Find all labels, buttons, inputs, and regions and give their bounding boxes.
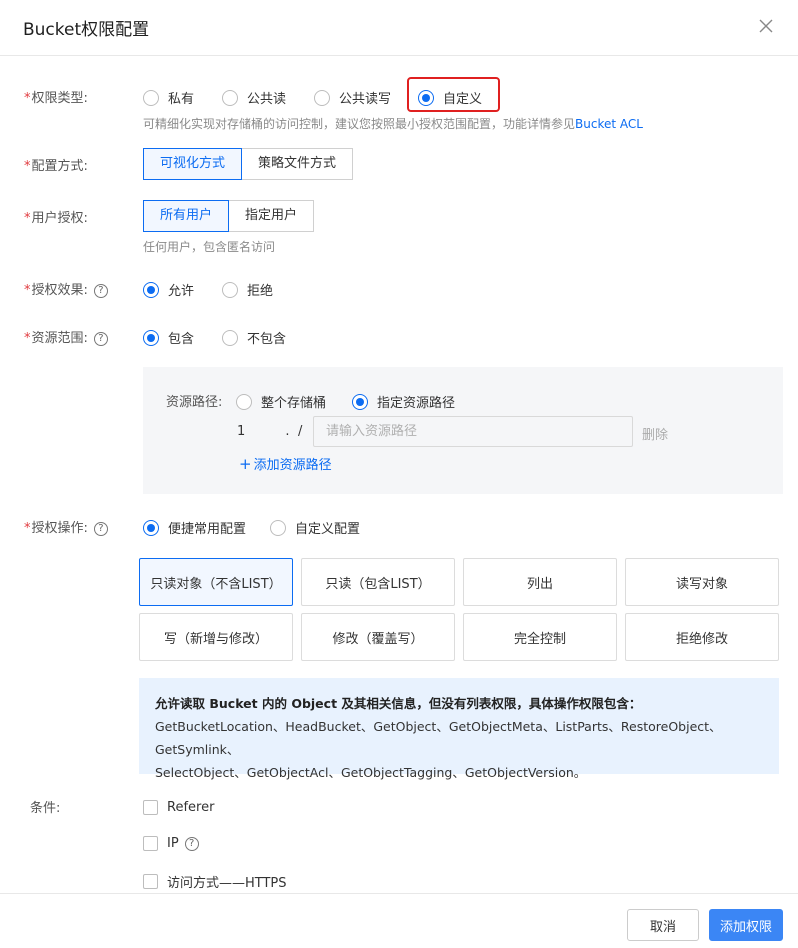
radio-circle <box>143 89 159 106</box>
preset-deny-modify[interactable]: 拒绝修改 <box>625 613 779 661</box>
config-mode-policy-file[interactable]: 策略文件方式 <box>242 148 354 180</box>
preset-modify-overwrite[interactable]: 修改（覆盖写） <box>301 613 455 661</box>
bucket-name: 1 ․ <box>237 424 290 439</box>
user-auth-segment: 所有用户 指定用户 <box>143 200 315 232</box>
radio-deny[interactable]: 拒绝 <box>222 280 273 299</box>
radio-include[interactable]: 包含 <box>143 328 194 347</box>
radio-public-read[interactable]: 公共读 <box>222 88 286 107</box>
bucket-acl-link[interactable]: Bucket ACL <box>575 117 643 131</box>
checkbox-box <box>143 874 158 889</box>
radio-circle-selected <box>143 519 159 536</box>
delete-path-button[interactable]: 删除 <box>642 424 668 443</box>
checkbox-referer[interactable]: Referer <box>143 800 214 815</box>
radio-circle <box>222 329 238 346</box>
user-auth-label: *用户授权: <box>24 211 88 226</box>
checkbox-box <box>143 800 158 815</box>
add-resource-path-button[interactable]: + 添加资源路径 <box>239 454 332 473</box>
user-auth-specific-users[interactable]: 指定用户 <box>229 200 315 232</box>
radio-quick-config[interactable]: 便捷常用配置 <box>143 518 246 537</box>
radio-public-read-write[interactable]: 公共读写 <box>314 88 391 107</box>
help-icon[interactable]: ? <box>93 522 108 536</box>
user-auth-hint: 任何用户，包含匿名访问 <box>143 240 276 254</box>
checkbox-ip[interactable]: IP? <box>143 836 199 851</box>
dialog-header: Bucket权限配置 <box>0 0 798 56</box>
highlight-box <box>407 77 500 112</box>
radio-exclude[interactable]: 不包含 <box>222 328 286 347</box>
permission-type-label: *权限类型: <box>24 91 88 106</box>
radio-circle-selected <box>143 329 159 346</box>
close-icon[interactable] <box>756 16 776 36</box>
info-line: GetBucketLocation、HeadBucket、GetObject、G… <box>155 719 722 757</box>
checkbox-https[interactable]: 访问方式——HTTPS <box>143 872 287 891</box>
checkbox-box <box>143 836 158 851</box>
radio-circle-selected <box>143 281 159 298</box>
radio-private[interactable]: 私有 <box>143 88 194 107</box>
preset-read-write-object[interactable]: 读写对象 <box>625 558 779 606</box>
radio-circle <box>314 89 330 106</box>
plus-icon: + <box>239 455 252 473</box>
radio-circle-selected <box>352 393 368 410</box>
info-title: 允许读取 Bucket 内的 Object 及其相关信息，但没有列表权限，具体操… <box>155 696 642 711</box>
preset-read-object-no-list[interactable]: 只读对象（不含LIST） <box>139 558 293 606</box>
config-mode-segment: 可视化方式 策略文件方式 <box>143 148 354 180</box>
resource-path-label: 资源路径: <box>166 395 223 410</box>
radio-circle <box>236 393 252 410</box>
actions-info-box: 允许读取 Bucket 内的 Object 及其相关信息，但没有列表权限，具体操… <box>139 678 779 780</box>
radio-allow[interactable]: 允许 <box>143 280 194 299</box>
info-line: SelectObject、GetObjectAcl、GetObjectTaggi… <box>155 765 587 780</box>
radio-custom-config[interactable]: 自定义配置 <box>270 518 360 537</box>
radio-circle <box>270 519 286 536</box>
actions-label: *授权操作:? <box>24 517 108 536</box>
config-mode-label: *配置方式: <box>24 159 88 174</box>
user-auth-all-users[interactable]: 所有用户 <box>143 200 230 232</box>
help-icon[interactable]: ? <box>184 836 199 851</box>
preset-list[interactable]: 列出 <box>463 558 617 606</box>
effect-label: *授权效果:? <box>24 279 108 298</box>
help-icon[interactable]: ? <box>93 332 108 346</box>
preset-full-control[interactable]: 完全控制 <box>463 613 617 661</box>
dialog-title: Bucket权限配置 <box>23 20 150 40</box>
radio-specific-path[interactable]: 指定资源路径 <box>352 392 455 411</box>
preset-read-with-list[interactable]: 只读（包含LIST） <box>301 558 455 606</box>
preset-write-add-modify[interactable]: 写（新增与修改） <box>139 613 293 661</box>
cancel-button[interactable]: 取消 <box>627 909 699 941</box>
radio-circle <box>222 89 238 106</box>
resource-scope-label: *资源范围:? <box>24 327 108 346</box>
conditions-label: 条件: <box>30 801 61 816</box>
permission-type-hint: 可精细化实现对存储桶的访问控制，建议您按照最小授权范围配置，功能详情参见Buck… <box>143 117 643 131</box>
config-mode-visual[interactable]: 可视化方式 <box>143 148 243 180</box>
add-permission-button[interactable]: 添加权限 <box>709 909 783 941</box>
path-separator: / <box>298 424 303 439</box>
help-icon[interactable]: ? <box>93 284 108 298</box>
resource-path-input[interactable] <box>313 416 633 447</box>
radio-circle <box>222 281 238 298</box>
radio-whole-bucket[interactable]: 整个存储桶 <box>236 392 326 411</box>
